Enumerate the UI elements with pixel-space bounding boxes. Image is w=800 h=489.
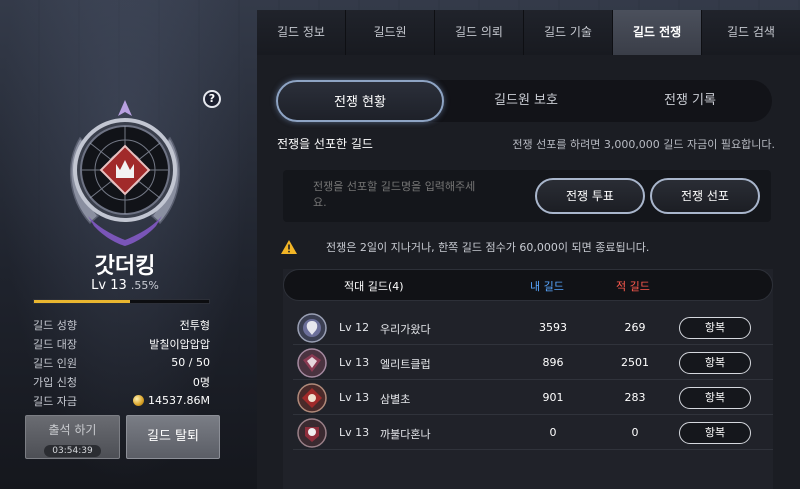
guild-emblem-icon bbox=[297, 418, 327, 448]
guild-info-table: 길드 성향 전투형 길드 대장 발칠이압압압 길드 인원 50 / 50 가입 … bbox=[33, 315, 210, 410]
tab-guild-members[interactable]: 길드원 bbox=[346, 10, 435, 55]
tab-guild-info[interactable]: 길드 정보 bbox=[257, 10, 346, 55]
guild-war-content: 전쟁 현황 길드원 보호 전쟁 기록 전쟁을 선포한 길드 전쟁 선포를 하려면… bbox=[257, 55, 800, 489]
row-my-score: 896 bbox=[542, 356, 564, 369]
row-my-score: 3593 bbox=[539, 321, 567, 334]
row-level: Lv 13 bbox=[339, 356, 370, 369]
guild-summary-panel: ? 갓더킹 Lv 13 .55% 길드 성향 전투형 길드 대장 발칠이압압압 … bbox=[0, 0, 250, 489]
header-opponent-guild: 적 길드 bbox=[616, 280, 650, 293]
info-key: 길드 성향 bbox=[33, 318, 77, 332]
row-enemy-score: 0 bbox=[631, 426, 639, 439]
guild-emblem-icon bbox=[297, 313, 327, 343]
info-row-applications: 가입 신청 0명 bbox=[33, 372, 210, 391]
info-row-members: 길드 인원 50 / 50 bbox=[33, 353, 210, 372]
info-value: 0명 bbox=[192, 375, 210, 389]
guild-window: 길드 정보 길드원 길드 의뢰 길드 기술 길드 전쟁 길드 검색 전쟁 현황 … bbox=[257, 10, 800, 489]
info-row-tendency: 길드 성향 전투형 bbox=[33, 315, 210, 334]
attend-button[interactable]: 출석 하기 03:54:39 bbox=[25, 415, 120, 459]
guild-emblem-icon bbox=[297, 383, 327, 413]
row-enemy-score: 2501 bbox=[621, 356, 649, 369]
guild-name: 갓더킹 bbox=[94, 254, 156, 279]
surrender-button[interactable]: 항복 bbox=[679, 317, 751, 339]
info-row-leader: 길드 대장 발칠이압압압 bbox=[33, 334, 210, 353]
info-key: 가입 신청 bbox=[33, 375, 77, 389]
guild-emblem bbox=[69, 100, 181, 246]
info-value: 50 / 50 bbox=[171, 356, 210, 369]
guild-funds-value: 14537.86M bbox=[148, 394, 210, 407]
war-vote-button[interactable]: 전쟁 투표 bbox=[535, 178, 645, 214]
row-guild-name: 우리가왔다 bbox=[380, 323, 431, 336]
info-value-funds: 14537.86M bbox=[133, 394, 210, 407]
header-my-guild: 내 길드 bbox=[530, 280, 564, 293]
subtab-member-protection[interactable]: 길드원 보호 bbox=[444, 80, 608, 122]
guild-level-text: Lv 13 bbox=[91, 278, 127, 293]
table-row: Lv 13 까불다혼나 0 0 항복 bbox=[293, 416, 773, 450]
row-guild-name: 삼별초 bbox=[380, 393, 411, 406]
surrender-button[interactable]: 항복 bbox=[679, 387, 751, 409]
row-enemy-score: 269 bbox=[624, 321, 646, 334]
table-row: Lv 13 엘리트클럽 896 2501 항복 bbox=[293, 346, 773, 380]
surrender-button[interactable]: 항복 bbox=[679, 422, 751, 444]
attend-button-label: 출석 하기 bbox=[48, 423, 97, 437]
row-guild-name: 까불다혼나 bbox=[380, 428, 431, 441]
section-note: 전쟁 선포를 하려면 3,000,000 길드 자금이 필요합니다. bbox=[512, 138, 775, 151]
tab-guild-quests[interactable]: 길드 의뢰 bbox=[435, 10, 524, 55]
guild-level-percent: .55% bbox=[130, 279, 159, 292]
attend-timer: 03:54:39 bbox=[44, 445, 101, 457]
xp-progress-fill bbox=[34, 300, 131, 303]
info-key: 길드 자금 bbox=[33, 394, 77, 408]
info-value: 발칠이압압압 bbox=[149, 337, 210, 351]
guild-level: Lv 13 .55% bbox=[0, 278, 250, 293]
war-subtabs: 전쟁 현황 길드원 보호 전쟁 기록 bbox=[276, 80, 772, 122]
guild-emblem-icon bbox=[297, 348, 327, 378]
leave-guild-button[interactable]: 길드 탈퇴 bbox=[126, 415, 220, 459]
row-level: Lv 12 bbox=[339, 321, 370, 334]
row-my-score: 0 bbox=[549, 426, 557, 439]
info-value: 전투형 bbox=[179, 318, 210, 332]
guild-name-input[interactable] bbox=[313, 179, 483, 213]
surrender-button[interactable]: 항복 bbox=[679, 352, 751, 374]
declare-war-box: 전쟁 투표 전쟁 선포 bbox=[283, 170, 771, 222]
row-enemy-score: 283 bbox=[624, 391, 646, 404]
info-key: 길드 대장 bbox=[33, 337, 77, 351]
warning-text: 전쟁은 2일이 지나거나, 한쪽 길드 점수가 60,000이 되면 종료됩니다… bbox=[326, 241, 650, 254]
info-key: 길드 인원 bbox=[33, 356, 77, 370]
subtab-war-status[interactable]: 전쟁 현황 bbox=[276, 80, 444, 122]
info-row-funds: 길드 자금 14537.86M bbox=[33, 391, 210, 410]
help-icon[interactable]: ? bbox=[203, 90, 221, 108]
header-enemy-guild: 적대 길드(4) bbox=[344, 280, 404, 293]
warning-icon bbox=[281, 240, 297, 254]
subtab-war-history[interactable]: 전쟁 기록 bbox=[608, 80, 772, 122]
declare-war-button[interactable]: 전쟁 선포 bbox=[650, 178, 760, 214]
war-table: 적대 길드(4) 내 길드 적 길드 Lv 12 우리가왔다 3593 269 … bbox=[283, 269, 773, 489]
section-title: 전쟁을 선포한 길드 bbox=[277, 137, 373, 151]
tab-guild-skills[interactable]: 길드 기술 bbox=[524, 10, 613, 55]
xp-progress-bar bbox=[33, 299, 210, 304]
tab-guild-search[interactable]: 길드 검색 bbox=[702, 10, 800, 55]
table-row: Lv 12 우리가왔다 3593 269 항복 bbox=[293, 311, 773, 345]
table-row: Lv 13 삼별초 901 283 항복 bbox=[293, 381, 773, 415]
row-my-score: 901 bbox=[542, 391, 564, 404]
war-table-header: 적대 길드(4) 내 길드 적 길드 bbox=[283, 269, 773, 301]
warning-notice: 전쟁은 2일이 지나거나, 한쪽 길드 점수가 60,000이 되면 종료됩니다… bbox=[281, 239, 649, 255]
guild-tabs: 길드 정보 길드원 길드 의뢰 길드 기술 길드 전쟁 길드 검색 bbox=[257, 10, 800, 55]
row-guild-name: 엘리트클럽 bbox=[380, 358, 431, 371]
row-level: Lv 13 bbox=[339, 391, 370, 404]
coin-icon bbox=[133, 395, 145, 406]
row-level: Lv 13 bbox=[339, 426, 370, 439]
tab-guild-war[interactable]: 길드 전쟁 bbox=[613, 10, 702, 55]
